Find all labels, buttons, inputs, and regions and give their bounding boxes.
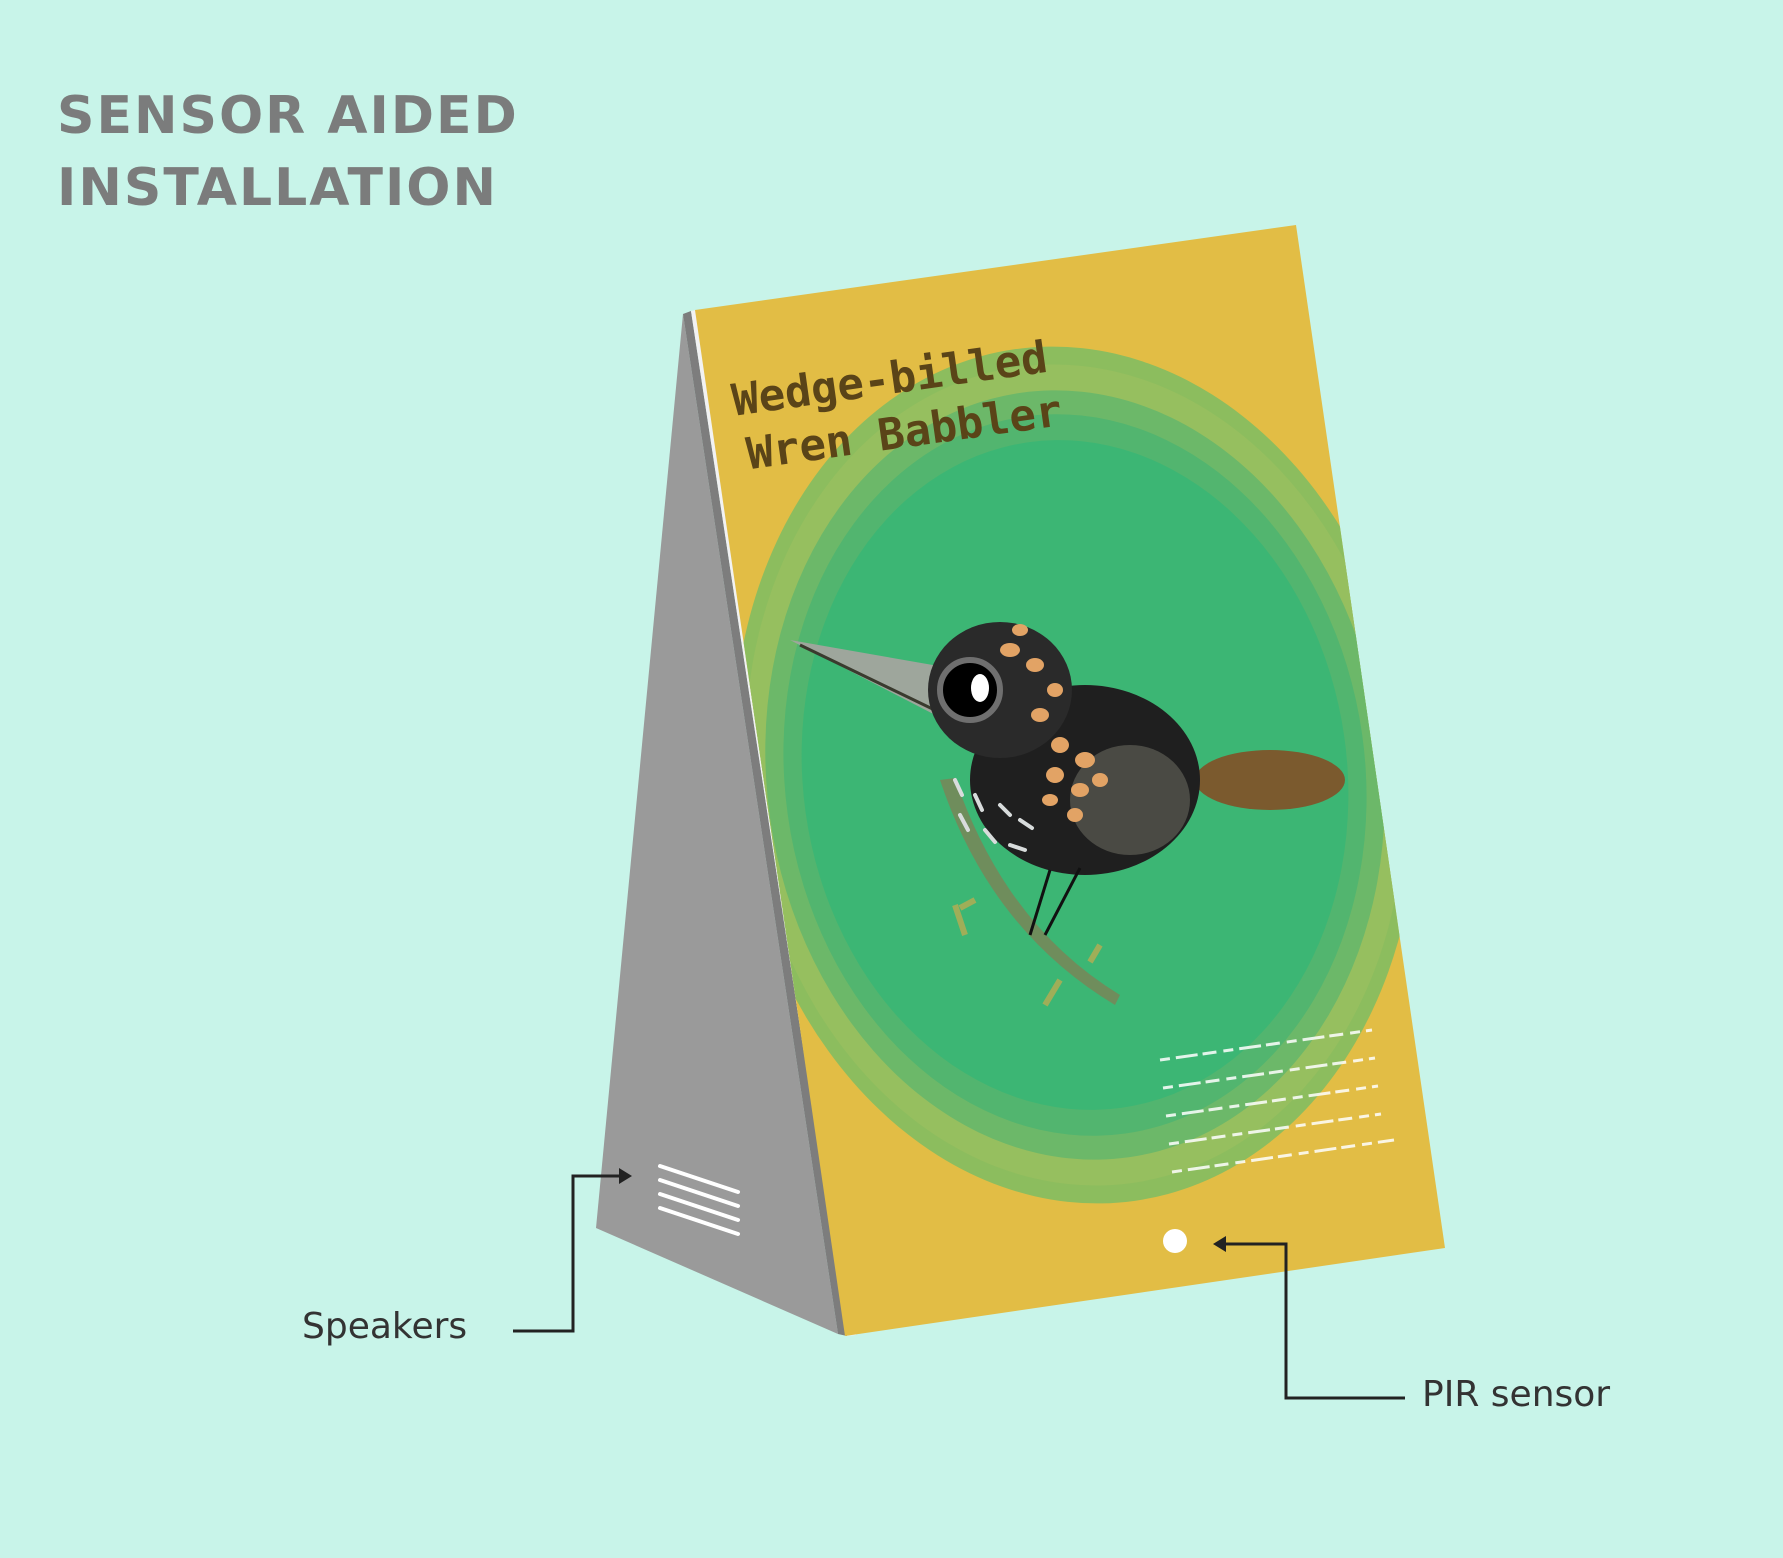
pir-sensor-icon bbox=[1163, 1229, 1187, 1253]
pir-sensor-label: PIR sensor bbox=[1422, 1374, 1611, 1415]
eye-icon bbox=[937, 657, 1003, 723]
tail bbox=[1195, 750, 1345, 810]
installation-illustration: Wedge-billed Wren Babbler bbox=[513, 225, 1445, 1400]
speakers-label: Speakers bbox=[302, 1306, 468, 1347]
